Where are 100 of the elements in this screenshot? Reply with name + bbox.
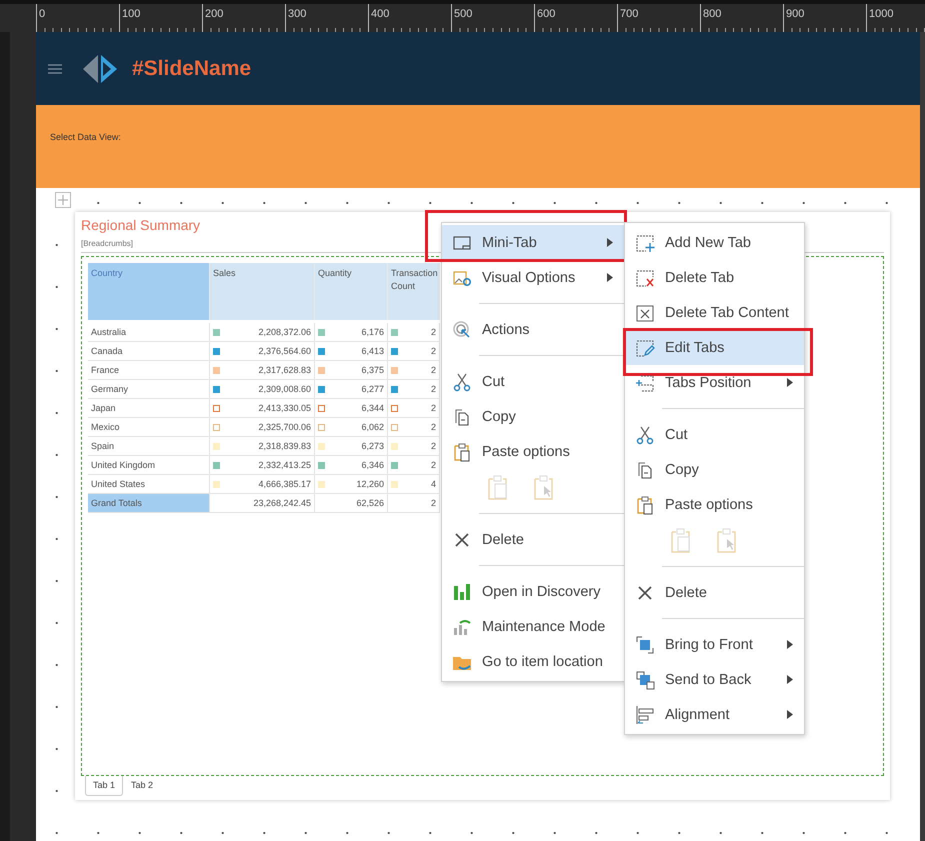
tab-position-icon [635,372,655,392]
delete-tab-icon [635,268,655,288]
menu-item[interactable]: Tabs Position [625,365,804,400]
menu-item[interactable]: Copy [442,399,624,434]
tab[interactable]: Tab 1 [85,776,124,796]
column-header[interactable]: Sales [210,263,315,320]
caret-icon [607,273,613,282]
paste-cursor-icon[interactable] [716,527,738,553]
table-cell: 2 [430,422,436,432]
tab[interactable]: Tab 2 [123,776,162,796]
menu-item[interactable]: Delete [625,575,804,610]
table-cell: 2,376,564.60 [258,346,311,356]
ruler-label: 200 [205,8,224,20]
ruler-label: 600 [537,8,556,20]
menu-item[interactable]: Go to item location [442,644,624,679]
table-cell: 6,375 [361,365,384,375]
caret-icon [787,640,793,649]
table-cell: United States [88,475,210,494]
caret-icon [607,238,613,247]
table-cell: 2 [430,403,436,413]
table-cell: 6,344 [361,403,384,413]
menu-item[interactable]: Actions [442,312,624,347]
menu-item[interactable]: Send to Back [625,662,804,697]
bar-chart-icon [452,582,472,602]
table-cell: 2,413,330.05 [258,403,311,413]
menu-item[interactable]: Add New Tab [625,225,804,260]
menu-item[interactable]: Cut [625,417,804,452]
align-left-icon [635,704,655,724]
ruler-label: 500 [454,8,472,20]
menu-item[interactable]: Open in Discovery [442,574,624,609]
menu-item[interactable]: Paste options [442,434,624,469]
menu-item[interactable]: Cut [442,364,624,399]
table-cell: 6,413 [361,346,384,356]
ruler-label: 300 [288,8,306,20]
table-cell: United Kingdom [88,456,210,475]
menu-item[interactable]: Paste options [625,487,804,522]
table-cell: 2,332,413.25 [258,460,311,470]
ruler-label: 1000 [869,8,894,20]
table-cell: 2 [430,346,436,356]
menu-item[interactable]: Delete Tab [625,260,804,295]
caret-icon [787,378,793,387]
caret-icon [787,710,793,719]
menu-item[interactable]: Mini-Tab [442,225,624,260]
column-header[interactable]: Transaction Count [388,263,440,320]
table-cell: 6,346 [361,460,384,470]
ruler-label: 900 [786,8,804,20]
ruler-label: 800 [703,8,722,20]
table-cell: 2 [430,327,436,337]
menu-item[interactable]: Visual Options [442,260,624,295]
menu-icon[interactable] [48,64,62,74]
table-cell: 6,176 [361,327,384,337]
table-cell: 12,260 [356,479,384,489]
bring-front-icon [635,634,655,654]
paste-cursor-icon[interactable] [533,474,555,500]
table-cell: 6,273 [361,441,384,451]
table-cell: Canada [88,342,210,361]
card-title: Regional Summary [81,217,200,233]
ruler-label: 100 [122,8,140,20]
menu-item[interactable]: Delete Tab Content [625,295,804,330]
table-cell: 2 [430,498,436,508]
caret-icon [787,675,793,684]
table-cell: Germany [88,380,210,399]
table-cell: 2,317,628.83 [258,365,311,375]
clipboard-icon [452,442,472,462]
table-cell: Grand Totals [88,494,210,513]
table-cell: 6,062 [361,422,384,432]
table-cell: 2 [430,460,436,470]
column-header[interactable]: Quantity [315,263,388,320]
paste-icon[interactable] [487,474,509,500]
move-handle-icon[interactable] [55,192,71,208]
menu-item[interactable]: Alignment [625,697,804,732]
ruler-label: 400 [371,8,390,20]
clipboard-icon [635,494,655,514]
edit-tab-icon [635,338,655,358]
paste-icon[interactable] [670,527,692,553]
table-cell: 62,526 [356,498,384,508]
menu-item[interactable]: Maintenance Mode [442,609,624,644]
filter-label: Select Data View: [50,132,121,142]
target-cursor-icon [452,320,472,340]
table-cell: 2 [430,384,436,394]
table-cell: 4,666,385.17 [258,479,311,489]
table-cell: Australia [88,323,210,342]
table-cell: 4 [430,479,436,489]
menu-item[interactable]: Edit Tabs [625,330,804,365]
scissors-icon [635,424,655,444]
menu-item[interactable]: Bring to Front [625,627,804,662]
menu-item[interactable]: Copy [625,452,804,487]
table-cell: 23,268,242.45 [253,498,311,508]
add-tab-icon [635,232,655,252]
table-cell: 6,277 [361,384,384,394]
slide-title: #SlideName [132,56,252,80]
table-cell: France [88,361,210,380]
table-cell: 2 [430,365,436,375]
menu-item[interactable]: Delete [442,522,624,557]
scissors-icon [452,372,472,392]
send-back-icon [635,670,655,690]
breadcrumbs: [Breadcrumbs] [81,239,134,248]
table-cell: 2,318,839.83 [258,441,311,451]
table-cell: 2,208,372.06 [258,327,311,337]
ruler-label: 0 [39,8,46,20]
